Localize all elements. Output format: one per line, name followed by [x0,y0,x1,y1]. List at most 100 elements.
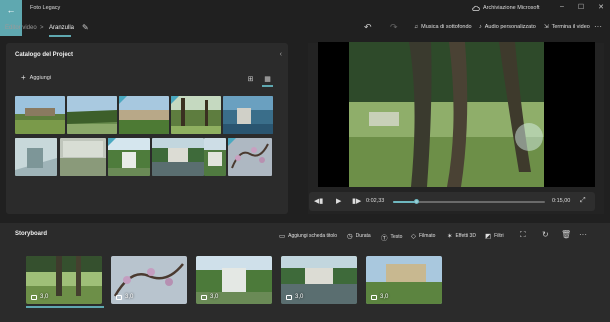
text-icon: Ⓣ [381,235,388,242]
library-thumbnail[interactable] [15,138,57,176]
custom-audio-button[interactable]: ♪ Audio personalizzato [479,24,536,30]
custom-audio-label: Audio personalizzato [484,24,536,30]
effects-3d-label: Effetti 3D [455,233,476,239]
export-icon: ⇲ [544,24,549,30]
cloud-status-label: Archiviazione Microsoft [483,5,540,11]
breadcrumb-separator: > [40,25,44,31]
clock-icon: ◷ [347,233,353,240]
filters-button[interactable]: ◩ Filtri [485,232,504,240]
storyboard-clip[interactable]: 3,0 [196,256,272,304]
more-options-icon[interactable]: ··· [579,230,587,239]
image-icon [286,294,292,300]
seek-bar[interactable] [393,199,545,204]
storyboard-title: Storyboard [15,231,48,237]
delete-icon[interactable]: 🗑 [561,230,571,239]
motion-label: Filmato [419,233,436,239]
project-library-panel: Catalogo del Project ‹ + Aggiungi ⊞ ▦ [6,43,288,214]
finish-video-button[interactable]: ⇲ Termina il video [544,24,590,30]
back-arrow-icon: ← [6,5,16,15]
duration-label: Durata [355,233,371,239]
close-icon[interactable]: ✕ [598,3,604,11]
selected-clip-underline [26,306,104,308]
selected-corner-marker [119,96,127,104]
effects-3d-button[interactable]: ✶ Effetti 3D [447,232,476,240]
clip-duration: 3,0 [31,294,48,300]
undo-icon[interactable]: ↶ [364,22,372,33]
library-thumbnail[interactable] [60,138,106,176]
selected-corner-marker [228,138,236,146]
fullscreen-icon[interactable]: ⤢ [580,197,586,205]
video-preview[interactable] [318,42,595,187]
storyboard-panel: Storyboard ▭ Aggiungi scheda titolo ◷ Du… [0,223,610,322]
play-icon[interactable]: ▶ [336,197,341,205]
storyboard-clip[interactable]: 3,0 [111,256,187,304]
redo-icon[interactable]: ↷ [390,22,398,33]
rename-pencil-icon[interactable]: ✎ [82,23,89,32]
title-bar: ← Foto Legacy Archiviazione Microsoft – … [0,0,610,36]
project-underline [49,35,71,37]
library-thumbnail[interactable] [108,138,150,176]
details-view-icon[interactable]: ▦ [262,74,273,84]
storyboard-clip[interactable]: 3,0 [281,256,357,304]
breadcrumb-project[interactable]: Aranzulla [49,25,74,31]
seek-bar-fill [393,201,417,203]
clip-duration: 3,0 [201,294,218,300]
clip-duration: 3,0 [116,294,133,300]
library-thumbnail[interactable] [223,96,273,134]
selected-corner-marker [171,96,179,104]
more-options-icon[interactable]: ··· [594,22,602,31]
storyboard-clip[interactable]: 3,0 [366,256,442,304]
plus-icon: + [21,73,26,82]
breadcrumb-editor[interactable]: Editor video [5,25,37,31]
app-title: Foto Legacy [30,5,61,11]
clip-duration: 3,0 [286,294,303,300]
background-music-label: Musica di sottofondo [421,24,472,30]
add-media-button[interactable]: + Aggiungi [21,73,52,82]
image-icon [31,294,37,300]
add-title-card-label: Aggiungi scheda titolo [288,233,338,239]
total-time: 0:15,00 [552,198,571,204]
video-frame [349,42,544,187]
image-icon [116,294,122,300]
minimize-icon[interactable]: – [560,3,564,11]
cloud-status[interactable]: Archiviazione Microsoft [472,5,540,11]
library-thumbnail[interactable] [67,96,117,134]
text-button[interactable]: Ⓣ Testo [381,232,402,242]
current-time: 0:02,33 [366,198,385,204]
library-thumbnail[interactable] [171,96,221,134]
maximize-icon[interactable]: ☐ [578,3,584,11]
grid-view-icon[interactable]: ⊞ [245,74,256,84]
filter-icon: ◩ [485,233,492,240]
playback-controls: ◀▮ ▶ ▮▶ 0:02,33 0:15,00 ⤢ [309,192,595,211]
effects-3d-icon: ✶ [447,233,453,240]
storyboard-clip[interactable]: 3,0 [26,256,102,304]
project-library-title: Catalogo del Project [15,52,74,58]
motion-icon: ◇ [411,233,416,240]
library-thumbnail[interactable] [15,96,65,134]
image-icon [371,294,377,300]
duration-button[interactable]: ◷ Durata [347,232,371,240]
cloud-icon [472,5,480,11]
image-icon [201,294,207,300]
add-title-card-button[interactable]: ▭ Aggiungi scheda titolo [279,232,337,240]
background-music-button[interactable]: ♫ Musica di sottofondo [414,24,472,30]
library-thumbnail[interactable] [152,138,204,176]
library-thumbnail[interactable] [204,138,226,176]
previous-frame-icon[interactable]: ◀▮ [314,197,323,205]
library-thumbnail[interactable] [228,138,272,176]
view-selected-underline [262,85,273,87]
library-thumbnail[interactable] [119,96,169,134]
filters-label: Filtri [494,233,504,239]
rotate-icon[interactable]: ↻ [542,230,549,239]
seek-handle[interactable] [414,199,420,204]
add-media-label: Aggiungi [29,75,52,81]
motion-button[interactable]: ◇ Filmato [411,232,435,240]
audio-icon: ♪ [479,24,482,30]
title-card-icon: ▭ [279,233,286,240]
window-controls: – ☐ ✕ [560,3,604,11]
resize-icon[interactable]: ⛶ [520,230,526,240]
collapse-chevron-icon[interactable]: ‹ [280,51,282,58]
music-note-icon: ♫ [414,24,419,30]
command-bar: Editor video > Aranzulla ✎ ↶ ↷ ♫ Musica … [0,18,610,40]
next-frame-icon[interactable]: ▮▶ [352,197,361,205]
